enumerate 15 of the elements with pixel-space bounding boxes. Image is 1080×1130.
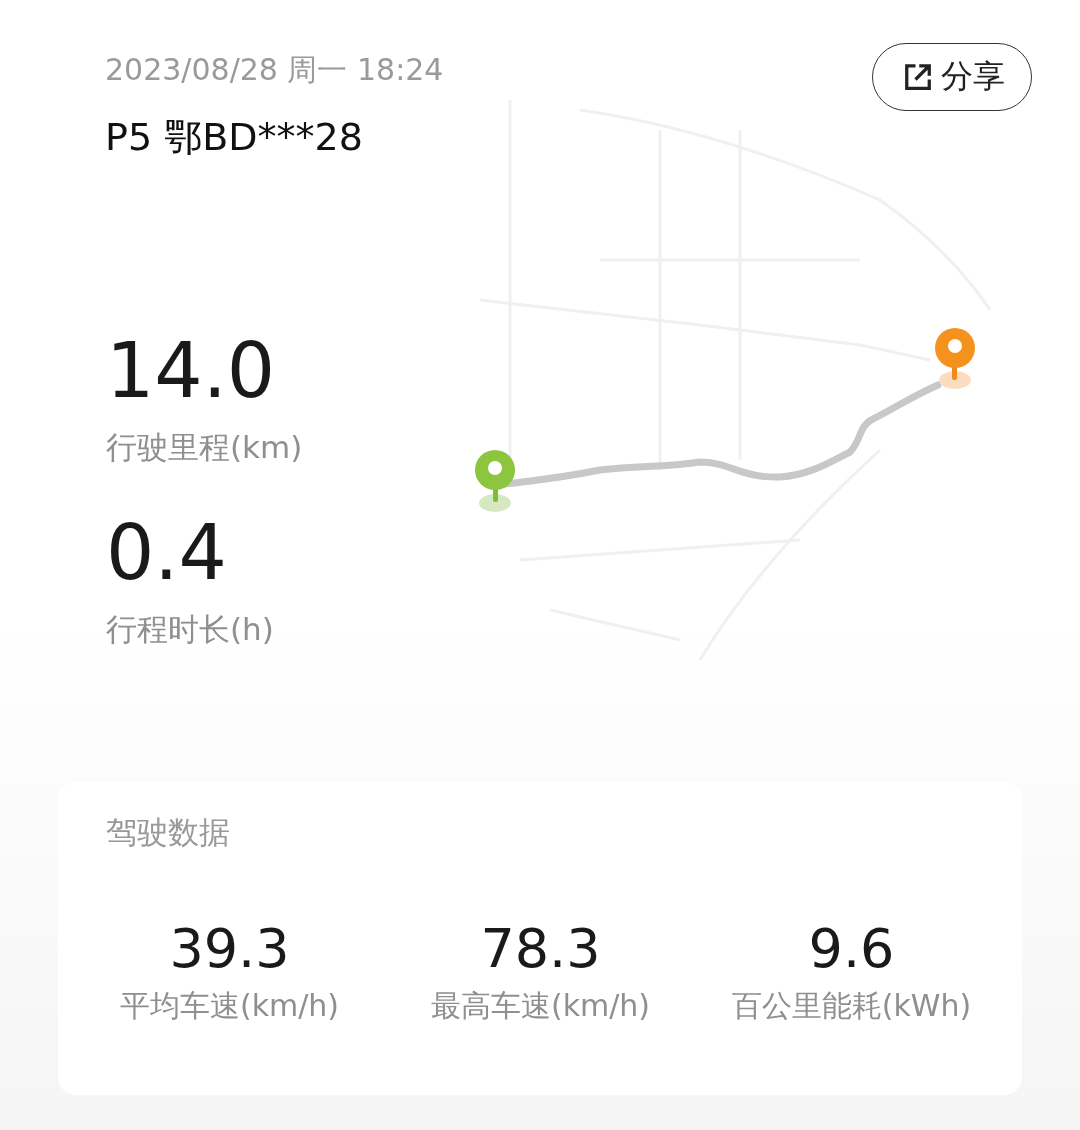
metric-value: 9.6 [807,918,896,980]
stat-value: 14.0 [106,333,277,409]
stat-label: 行驶里程(km) [106,428,304,467]
share-button[interactable]: 分享 [872,43,1032,111]
trip-datetime: 2023/08/28 周一 18:24 [105,52,444,88]
card-title: 驾驶数据 [106,813,231,852]
stat-label: 行程时长(h) [106,610,275,649]
share-icon [903,62,933,92]
vehicle-title: P5 鄂BD***28 [105,114,364,160]
metric-value: 78.3 [479,918,602,980]
metric-label: 百公里能耗(kWh) [730,987,973,1025]
metric-label: 平均车速(km/h) [118,987,341,1025]
stat-value: 0.4 [106,515,228,591]
metric-value: 39.3 [168,918,291,980]
metric-label: 最高车速(km/h) [429,987,652,1025]
